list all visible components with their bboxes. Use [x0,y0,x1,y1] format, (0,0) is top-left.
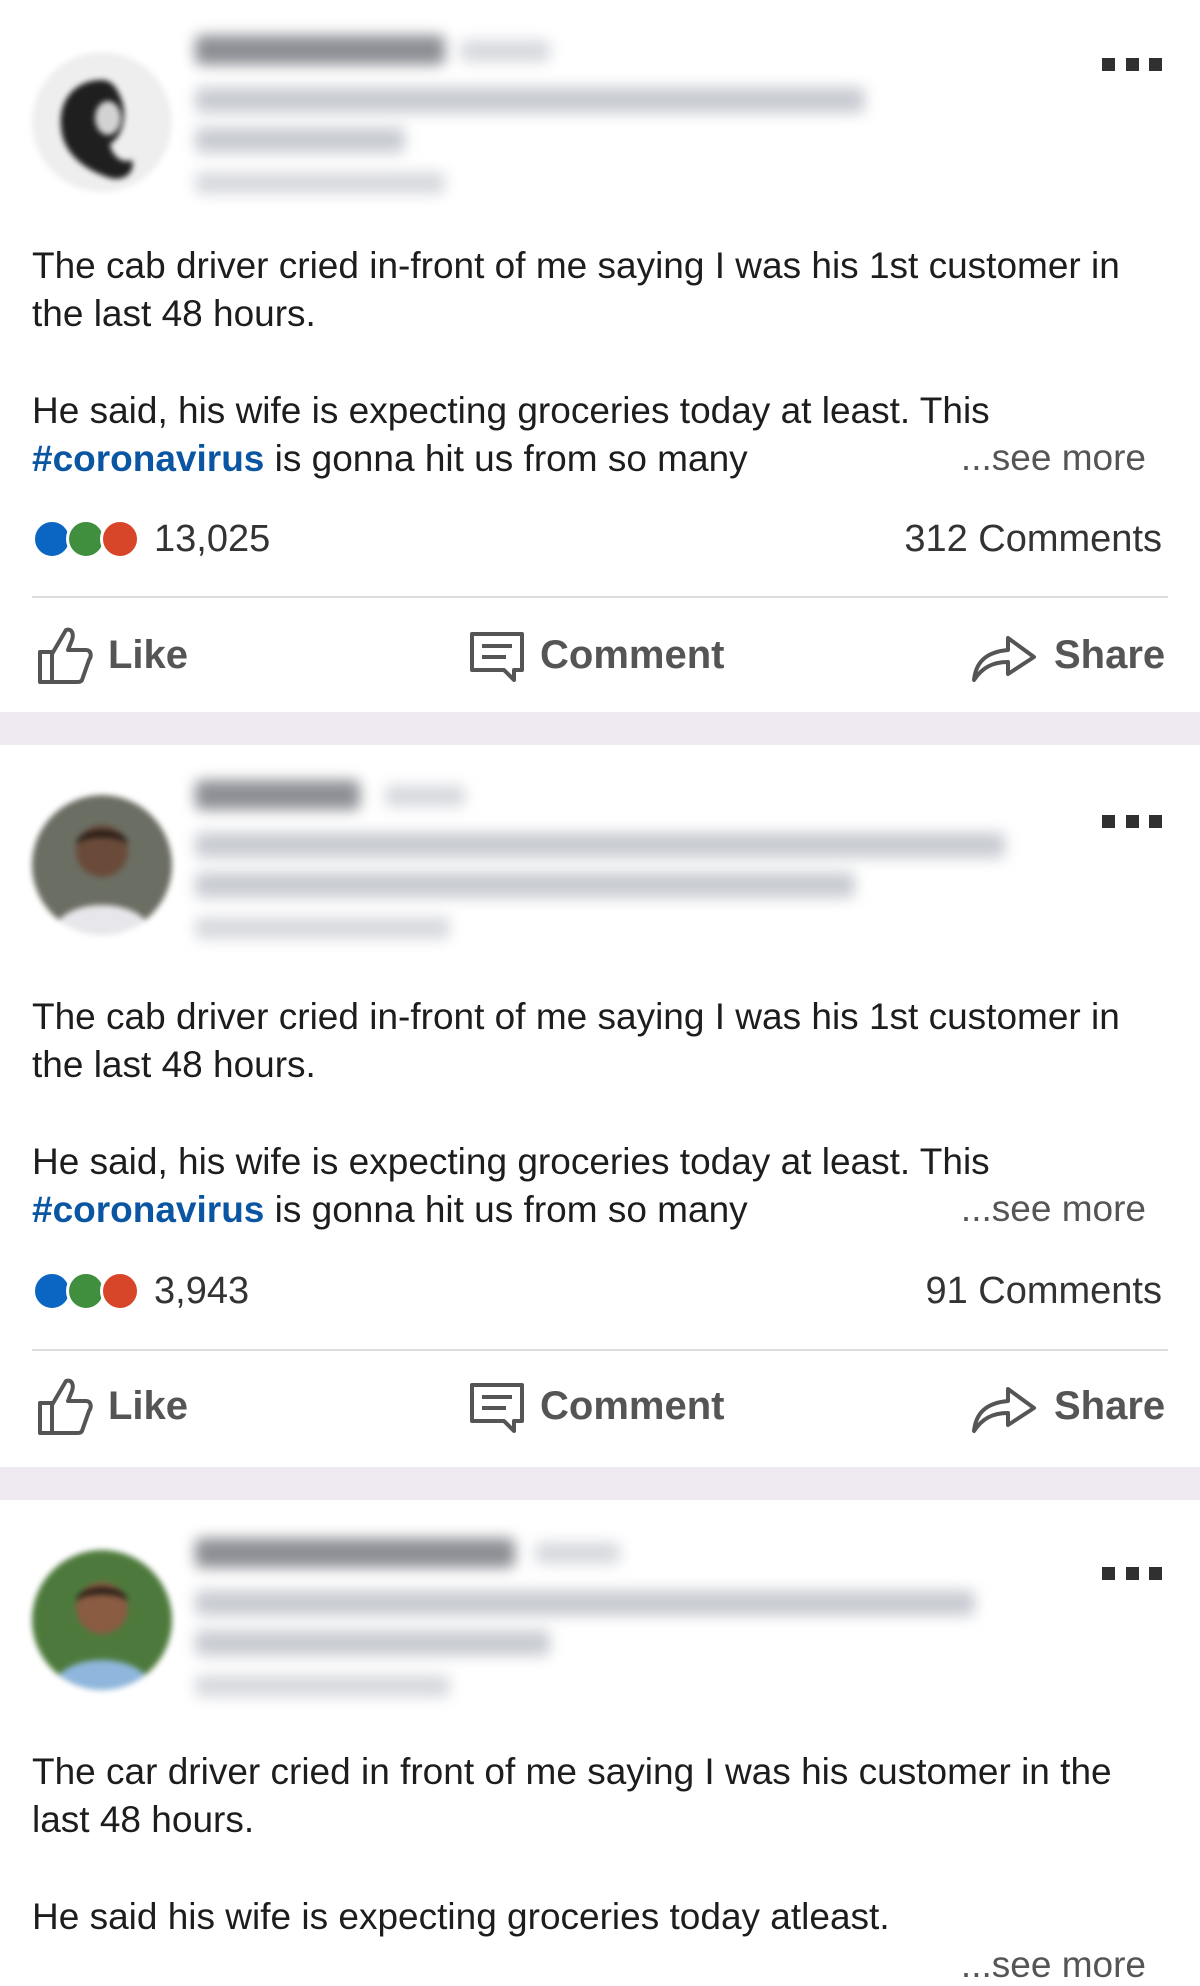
connection-degree [460,40,550,62]
author-headline [195,87,865,113]
post-text: The car driver cried in front of me sayi… [32,1751,1112,1840]
author-avatar[interactable] [32,795,172,935]
share-button[interactable]: Share [970,620,1165,690]
reactions-summary[interactable]: 3,943 [32,1267,249,1315]
connection-degree [385,785,465,807]
author-avatar[interactable] [32,1550,172,1690]
like-label: Like [108,1383,189,1428]
post-timestamp [195,172,445,194]
more-options-icon[interactable] [1102,815,1162,829]
post-text: The cab driver cried in-front of me sayi… [32,245,1120,334]
post-body: The car driver cried in front of me sayi… [32,1748,1160,1941]
author-avatar[interactable] [32,52,172,192]
feed-post: The cab driver cried in-front of me sayi… [0,0,1200,712]
comment-icon [470,632,524,682]
hashtag-link[interactable]: #coronavirus [32,1189,264,1230]
divider [32,596,1168,598]
comment-button[interactable]: Comment [468,1371,724,1441]
love-reaction-icon [100,519,140,559]
like-label: Like [108,632,189,677]
share-arrow-icon [972,636,1036,682]
hashtag-link[interactable]: #coronavirus [32,438,264,479]
author-headline [195,832,1005,858]
thumbs-up-icon [38,627,93,684]
feed-post: The car driver cried in front of me sayi… [0,1500,1200,1986]
love-reaction-icon [100,1271,140,1311]
post-timestamp [195,1675,450,1697]
more-options-icon[interactable] [1102,58,1162,72]
comment-label: Comment [540,1383,725,1428]
comment-button[interactable]: Comment [468,620,724,690]
post-timestamp [195,917,450,939]
post-text: He said his wife is expecting groceries … [32,1896,890,1937]
comment-icon [470,1383,524,1433]
post-text: The cab driver cried in-front of me sayi… [32,996,1120,1085]
comments-count[interactable]: 91 Comments [925,1270,1162,1313]
author-name[interactable] [195,35,445,65]
like-button[interactable]: Like [36,620,188,690]
feed-post: The cab driver cried in-front of me sayi… [0,745,1200,1467]
reaction-count: 3,943 [154,1269,250,1312]
reaction-count: 13,025 [154,517,271,560]
share-button[interactable]: Share [970,1371,1165,1441]
divider [32,1349,1168,1351]
see-more-link[interactable]: ...see more [961,1188,1146,1230]
comments-count[interactable]: 312 Comments [904,518,1162,561]
share-label: Share [1054,1383,1166,1428]
author-name[interactable] [195,1538,515,1568]
see-more-link[interactable]: ...see more [961,437,1146,479]
connection-degree [535,1542,620,1564]
author-headline [195,872,855,898]
like-button[interactable]: Like [36,1371,188,1441]
author-headline [195,1630,550,1656]
thumbs-up-icon [38,1378,93,1435]
share-label: Share [1054,632,1166,677]
share-arrow-icon [972,1387,1036,1433]
author-headline [195,1590,975,1616]
reactions-summary[interactable]: 13,025 [32,515,270,563]
comment-label: Comment [540,632,725,677]
see-more-link[interactable]: ...see more [961,1944,1146,1986]
more-options-icon[interactable] [1102,1567,1162,1581]
author-headline [195,127,405,153]
author-name[interactable] [195,780,360,810]
